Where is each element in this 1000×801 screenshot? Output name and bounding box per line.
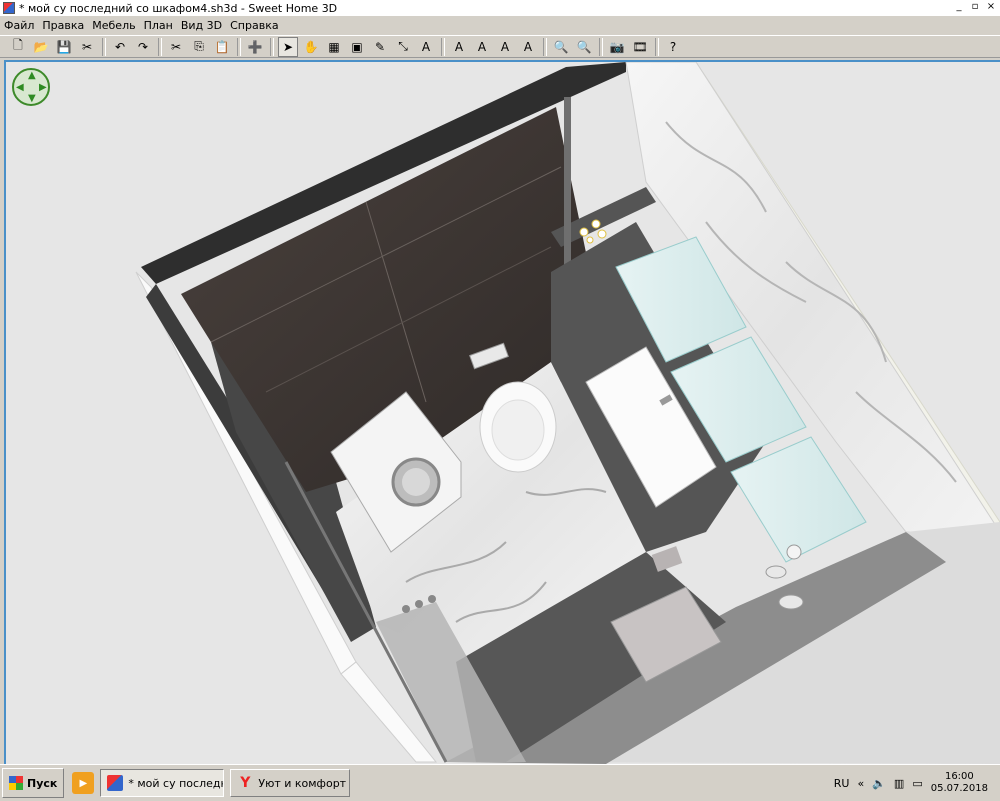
bold-text-icon[interactable]: A <box>495 37 515 57</box>
taskbar: Пуск ▶ * мой су последни... Y Уют и комф… <box>0 764 1000 801</box>
sweethome3d-icon <box>107 775 124 791</box>
move-right-icon[interactable]: ▶ <box>39 83 47 93</box>
create-dimensions-icon[interactable]: ⤡ <box>393 37 413 57</box>
new-icon[interactable]: 🗋 <box>8 37 28 57</box>
title-bar: * мой су последний со шкафом4.sh3d - Swe… <box>0 0 1000 16</box>
close-button[interactable]: × <box>984 0 998 13</box>
move-down-icon[interactable]: ▼ <box>28 94 36 104</box>
bathroom-3d-render[interactable] <box>6 62 1000 764</box>
volume-icon[interactable]: 🔈 <box>872 777 886 790</box>
washer-door-glass <box>402 468 430 496</box>
help-icon[interactable]: ? <box>663 37 683 57</box>
system-tray: RU « 🔈 ▥ ▭ 16:00 05.07.2018 <box>834 767 1000 799</box>
battery-icon[interactable]: ▭ <box>912 777 922 790</box>
add-furniture-icon[interactable]: ➕ <box>245 37 265 57</box>
task-yandex-browser[interactable]: Y Уют и комфорт в с... <box>230 769 351 797</box>
toolbar-separator <box>543 37 547 56</box>
create-polylines-icon[interactable]: ✎ <box>370 37 390 57</box>
window-controls: _ ▫ × <box>952 0 998 13</box>
create-video-icon[interactable]: 🎞 <box>630 37 650 57</box>
move-up-icon[interactable]: ▲ <box>28 71 36 81</box>
increase-text-icon[interactable]: A <box>449 37 469 57</box>
undo-icon[interactable]: ↶ <box>110 37 130 57</box>
menu-plan[interactable]: План <box>140 16 177 35</box>
toolbar-separator <box>655 37 659 56</box>
restore-button[interactable]: ▫ <box>968 0 982 13</box>
minimize-button[interactable]: _ <box>952 0 966 13</box>
clock[interactable]: 16:00 05.07.2018 <box>931 771 988 795</box>
wall-fixture <box>765 565 787 579</box>
clock-time: 16:00 <box>944 771 974 782</box>
menu-3d-view[interactable]: Вид 3D <box>177 16 226 35</box>
zoom-in-icon[interactable]: 🔍 <box>551 37 571 57</box>
toolbar-separator <box>270 37 274 56</box>
menu-bar: Файл Правка Мебель План Вид 3D Справка <box>0 16 1000 35</box>
decrease-text-icon[interactable]: A <box>472 37 492 57</box>
menu-edit[interactable]: Правка <box>38 16 88 35</box>
zoom-out-icon[interactable]: 🔍 <box>574 37 594 57</box>
toolbar-separator <box>441 37 445 56</box>
clock-date: 05.07.2018 <box>930 783 988 794</box>
yandex-browser-icon: Y <box>240 775 251 791</box>
task-label: Уют и комфорт в с... <box>258 776 349 790</box>
task-sweethome3d[interactable]: * мой су последни... <box>100 769 225 797</box>
preferences-icon[interactable]: ✂ <box>77 37 97 57</box>
select-icon[interactable]: ➤ <box>278 36 298 57</box>
task-label: * мой су последни... <box>128 776 223 790</box>
open-icon[interactable]: 📂 <box>31 37 51 57</box>
start-button[interactable]: Пуск <box>2 768 65 798</box>
create-rooms-icon[interactable]: ▣ <box>347 37 367 57</box>
navigation-control[interactable]: ▲ ▼ ◀ ▶ <box>12 68 50 106</box>
language-indicator[interactable]: RU <box>834 777 850 790</box>
menu-furniture[interactable]: Мебель <box>88 16 139 35</box>
paste-icon[interactable]: 📋 <box>212 37 232 57</box>
toilet-brush <box>778 594 804 610</box>
move-left-icon[interactable]: ◀ <box>16 83 24 93</box>
network-icon[interactable]: ▥ <box>894 777 904 790</box>
windows-logo-icon <box>9 776 23 790</box>
copy-icon[interactable]: ⎘ <box>189 37 209 57</box>
toolbar-separator <box>599 37 603 56</box>
create-labels-icon[interactable]: A <box>416 37 436 57</box>
start-label: Пуск <box>27 776 58 790</box>
chevron-icon[interactable]: « <box>857 777 864 790</box>
toolbar-separator <box>237 37 241 56</box>
cut-icon[interactable]: ✂ <box>166 37 186 57</box>
media-player-icon[interactable]: ▶ <box>72 772 95 794</box>
app-icon <box>3 2 15 14</box>
create-photo-icon[interactable]: 📷 <box>607 37 627 57</box>
toilet-paper <box>786 544 802 560</box>
toolbar-separator <box>158 37 162 56</box>
menu-file[interactable]: Файл <box>0 16 38 35</box>
pan-icon[interactable]: ✋ <box>301 37 321 57</box>
window-title: * мой су последний со шкафом4.sh3d - Swe… <box>19 1 338 15</box>
italic-text-icon[interactable]: A <box>518 37 538 57</box>
create-walls-icon[interactable]: ▦ <box>324 37 344 57</box>
toilet-seat <box>491 399 545 461</box>
toolbar: 🗋 📂 💾 ✂ ↶ ↷ ✂ ⎘ 📋 ➕ ➤ ✋ ▦ ▣ ✎ ⤡ A A A A A 🔍 🔍 📷 🎞? <box>0 35 1000 58</box>
save-icon[interactable]: 💾 <box>54 37 74 57</box>
redo-icon[interactable]: ↷ <box>133 37 153 57</box>
menu-help[interactable]: Справка <box>226 16 282 35</box>
toolbar-separator <box>102 37 106 56</box>
3d-view[interactable]: ▲ ▼ ◀ ▶ <box>4 60 1000 764</box>
